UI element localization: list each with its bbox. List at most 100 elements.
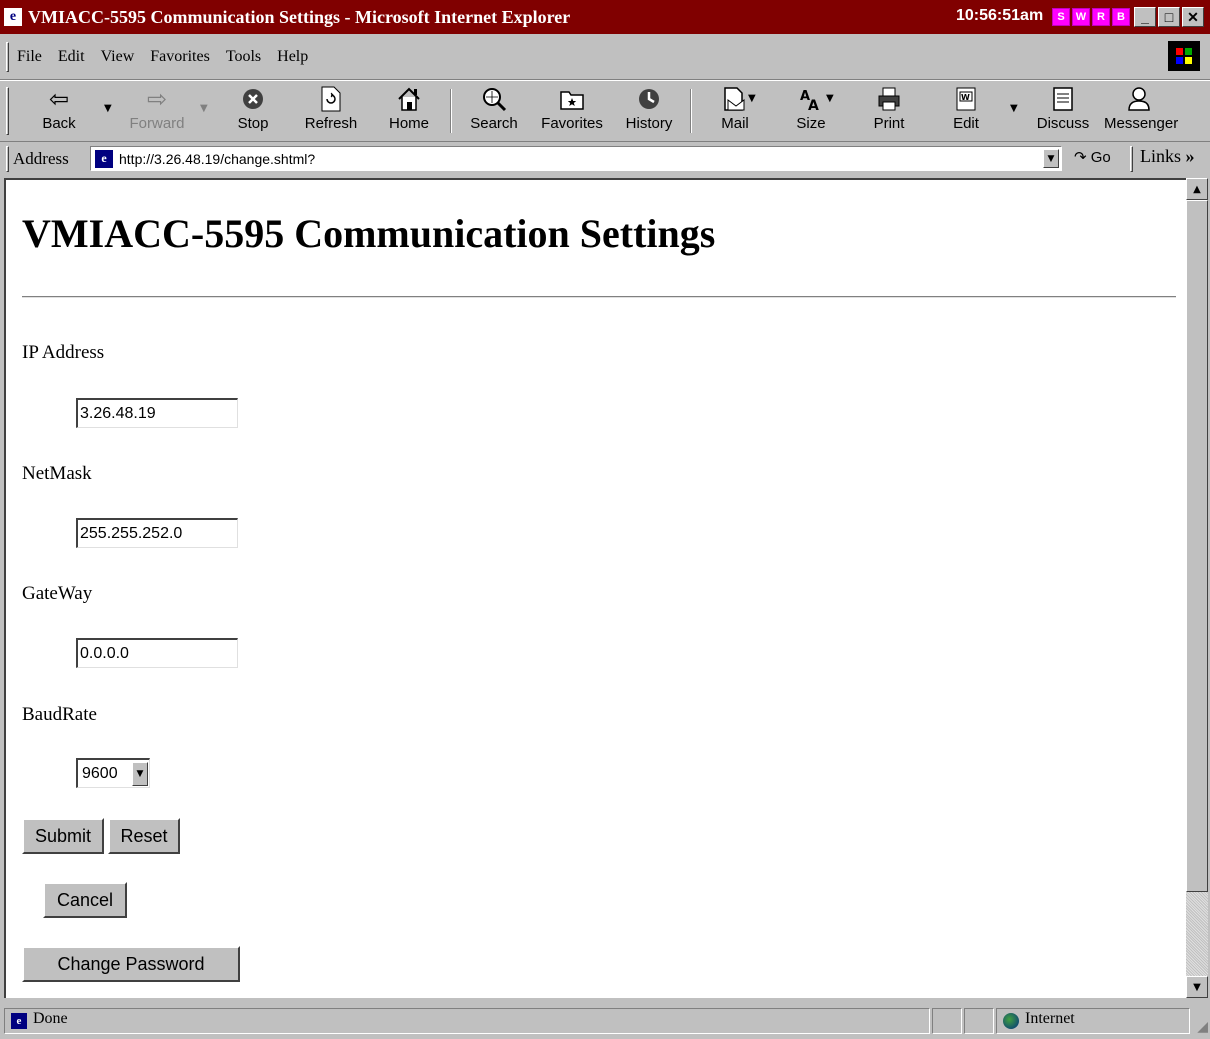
reset-button[interactable]: Reset bbox=[108, 818, 180, 854]
title-bar[interactable]: e VMIACC-5595 Communication Settings - M… bbox=[0, 0, 1210, 34]
address-label: Address bbox=[13, 149, 69, 168]
page-icon: e bbox=[11, 1013, 27, 1029]
menu-view[interactable]: View bbox=[101, 48, 135, 66]
forward-dropdown-icon[interactable]: ▼ bbox=[200, 103, 208, 114]
links-grip[interactable] bbox=[1130, 146, 1133, 172]
go-arrow-icon: ↷ bbox=[1074, 149, 1087, 166]
favorites-button[interactable]: Favorites bbox=[537, 83, 607, 139]
menu-help[interactable]: Help bbox=[277, 48, 308, 66]
address-bar: Address e http://3.26.48.19/change.shtml… bbox=[0, 142, 1210, 176]
refresh-icon bbox=[296, 83, 366, 115]
submit-button[interactable]: Submit bbox=[22, 818, 104, 854]
stop-icon bbox=[218, 83, 288, 115]
toolbar-separator bbox=[690, 89, 692, 133]
status-pane: e Done bbox=[4, 1008, 930, 1034]
messenger-person-icon bbox=[1104, 83, 1174, 115]
svg-text:A: A bbox=[808, 98, 819, 112]
status-pane-empty bbox=[964, 1008, 994, 1034]
menu-grip[interactable] bbox=[6, 41, 9, 72]
mail-icon bbox=[700, 83, 770, 115]
tray-icon-w[interactable]: W bbox=[1072, 8, 1090, 26]
go-button[interactable]: ↷ Go bbox=[1074, 148, 1111, 166]
zone-text: Internet bbox=[1025, 1010, 1075, 1027]
mail-button[interactable]: Mail bbox=[700, 83, 770, 139]
scroll-up-icon[interactable]: ▲ bbox=[1186, 178, 1208, 200]
history-button[interactable]: History bbox=[614, 83, 684, 139]
refresh-button[interactable]: Refresh bbox=[296, 83, 366, 139]
gateway-input[interactable] bbox=[76, 638, 238, 668]
history-icon bbox=[614, 83, 684, 115]
menu-favorites[interactable]: Favorites bbox=[150, 48, 210, 66]
scroll-down-icon[interactable]: ▼ bbox=[1186, 976, 1208, 998]
edit-dropdown-icon[interactable]: ▼ bbox=[1010, 103, 1018, 114]
toolbar-grip[interactable] bbox=[6, 87, 9, 135]
maximize-button[interactable]: □ bbox=[1158, 7, 1180, 27]
home-button[interactable]: Home bbox=[374, 83, 444, 139]
address-dropdown-icon[interactable]: ▼ bbox=[1043, 149, 1059, 168]
netmask-label: NetMask bbox=[22, 463, 92, 484]
menu-bar: File Edit View Favorites Tools Help bbox=[0, 34, 1210, 80]
clock: 10:56:51am bbox=[956, 7, 1044, 24]
favorites-folder-icon bbox=[537, 83, 607, 115]
messenger-button[interactable]: Messenger bbox=[1104, 83, 1178, 139]
chevron-right-icon: » bbox=[1185, 146, 1195, 166]
printer-icon bbox=[854, 83, 924, 115]
forward-button[interactable]: ⇨ Forward bbox=[122, 83, 192, 139]
ip-address-input[interactable] bbox=[76, 398, 238, 428]
back-dropdown-icon[interactable]: ▼ bbox=[104, 103, 112, 114]
status-bar: e Done Internet ◢ bbox=[0, 1003, 1210, 1039]
tray-icon-b[interactable]: B bbox=[1112, 8, 1130, 26]
address-input[interactable]: e http://3.26.48.19/change.shtml? ▼ bbox=[90, 146, 1062, 171]
tray-icon-r[interactable]: R bbox=[1092, 8, 1110, 26]
ip-address-label: IP Address bbox=[22, 342, 105, 363]
tray-icon-s[interactable]: S bbox=[1052, 8, 1070, 26]
address-url[interactable]: http://3.26.48.19/change.shtml? bbox=[119, 151, 315, 167]
chevron-down-icon[interactable]: ▼ bbox=[132, 761, 148, 786]
resize-grip-icon[interactable]: ◢ bbox=[1197, 1019, 1208, 1035]
baudrate-value: 9600 bbox=[82, 764, 118, 782]
standard-toolbar: ⇦ Back ▼ ⇨ Forward ▼ Stop Refresh Home S… bbox=[0, 80, 1210, 142]
ie-icon: e bbox=[4, 8, 22, 26]
mail-dropdown-icon[interactable]: ▼ bbox=[748, 93, 756, 104]
status-pane-empty bbox=[932, 1008, 962, 1034]
change-password-button[interactable]: Change Password bbox=[22, 946, 240, 982]
page-icon: e bbox=[95, 149, 113, 168]
menu-tools[interactable]: Tools bbox=[226, 48, 261, 66]
back-button[interactable]: ⇦ Back bbox=[24, 83, 94, 139]
page-content: VMIACC-5595 Communication Settings IP Ad… bbox=[4, 178, 1186, 998]
print-button[interactable]: Print bbox=[854, 83, 924, 139]
minimize-button[interactable]: _ bbox=[1134, 7, 1156, 27]
back-arrow-icon: ⇦ bbox=[48, 85, 70, 113]
discuss-icon bbox=[1028, 83, 1098, 115]
search-icon bbox=[459, 83, 529, 115]
menu-edit[interactable]: Edit bbox=[58, 48, 85, 66]
netmask-input[interactable] bbox=[76, 518, 238, 548]
vertical-scrollbar[interactable]: ▲ ▼ bbox=[1186, 178, 1208, 998]
size-dropdown-icon[interactable]: ▼ bbox=[826, 93, 834, 104]
baudrate-label: BaudRate bbox=[22, 704, 97, 725]
close-button[interactable]: ✕ bbox=[1182, 7, 1204, 27]
svg-text:W: W bbox=[961, 93, 970, 102]
stop-button[interactable]: Stop bbox=[218, 83, 288, 139]
home-icon bbox=[374, 83, 444, 115]
address-grip[interactable] bbox=[6, 146, 9, 172]
links-button[interactable]: Links » bbox=[1140, 146, 1195, 167]
search-button[interactable]: Search bbox=[459, 83, 529, 139]
size-button[interactable]: AA Size bbox=[776, 83, 846, 139]
gateway-label: GateWay bbox=[22, 583, 93, 604]
discuss-button[interactable]: Discuss bbox=[1028, 83, 1098, 139]
edit-document-icon: W bbox=[931, 83, 1001, 115]
forward-arrow-icon: ⇨ bbox=[146, 85, 168, 113]
toolbar-separator bbox=[450, 89, 452, 133]
text-size-icon: AA bbox=[776, 83, 846, 115]
menu-file[interactable]: File bbox=[17, 48, 42, 66]
status-text: Done bbox=[33, 1010, 68, 1027]
cancel-button[interactable]: Cancel bbox=[43, 882, 127, 918]
divider bbox=[22, 296, 1176, 298]
globe-icon bbox=[1003, 1013, 1019, 1029]
baudrate-select[interactable]: 9600 ▼ bbox=[76, 758, 150, 788]
page-title: VMIACC-5595 Communication Settings bbox=[22, 211, 716, 256]
edit-button[interactable]: W Edit bbox=[931, 83, 1001, 139]
scroll-thumb[interactable] bbox=[1186, 200, 1208, 892]
zone-pane: Internet bbox=[996, 1008, 1190, 1034]
